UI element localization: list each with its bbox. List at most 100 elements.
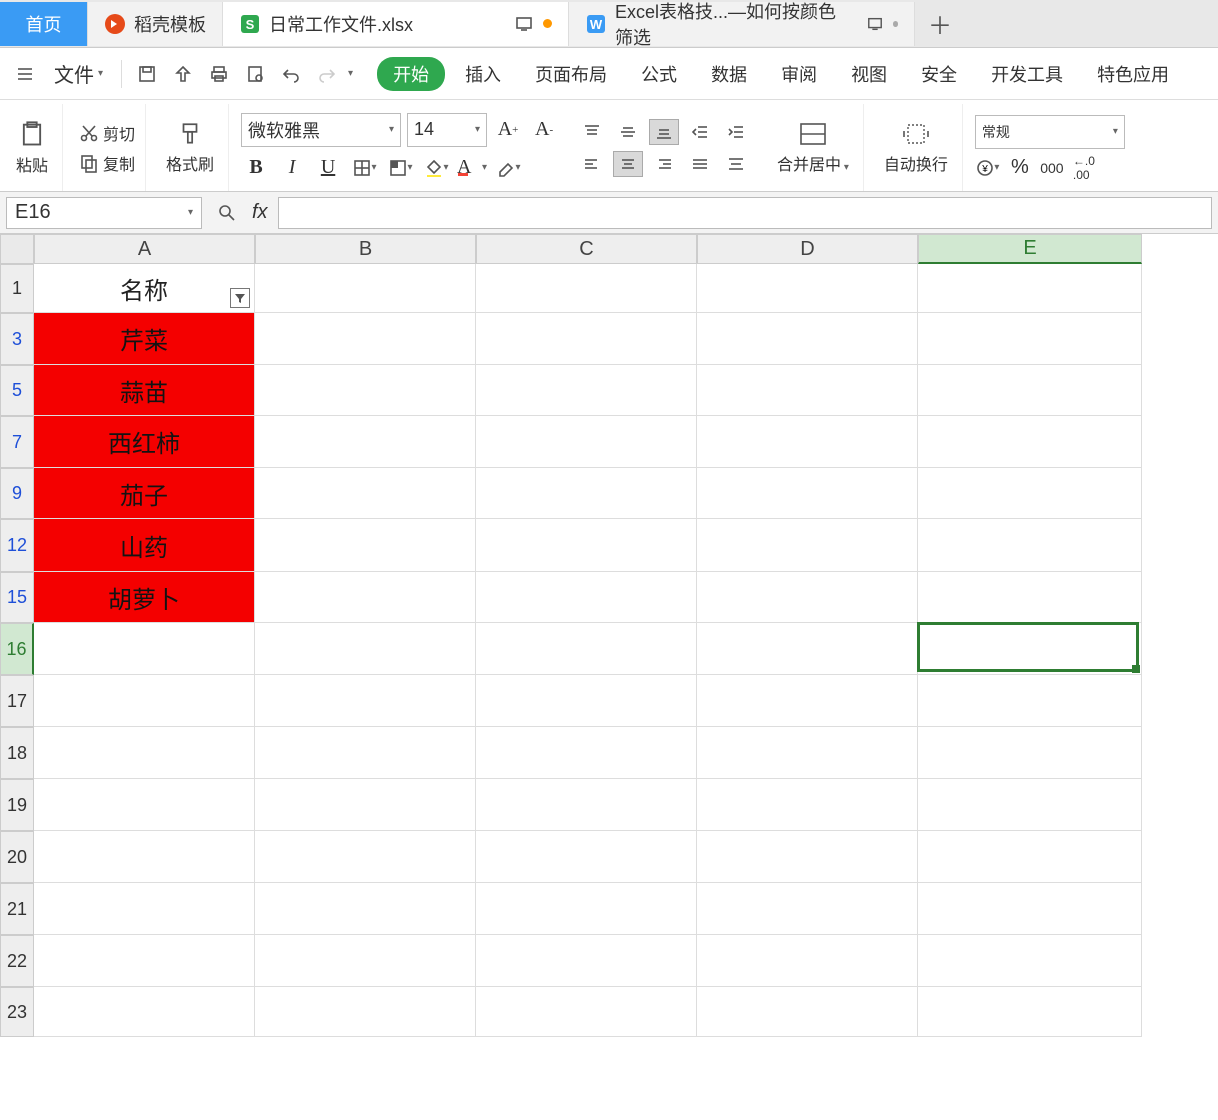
row-header-7[interactable]: 7: [0, 416, 34, 468]
cell-E16[interactable]: [918, 623, 1142, 675]
cell-B3[interactable]: [255, 313, 476, 365]
increase-decimal-button[interactable]: ←.0.00: [1071, 155, 1097, 181]
cell-D16[interactable]: [697, 623, 918, 675]
cell-A7[interactable]: 西红柿: [34, 416, 255, 468]
cell-B16[interactable]: [255, 623, 476, 675]
distribute-button[interactable]: [721, 151, 751, 177]
paste-button[interactable]: 粘贴: [8, 118, 56, 178]
cell-A16[interactable]: [34, 623, 255, 675]
cell-D17[interactable]: [697, 675, 918, 727]
cell-E5[interactable]: [918, 365, 1142, 416]
save-icon[interactable]: [132, 59, 162, 89]
cell-B23[interactable]: [255, 987, 476, 1037]
tab-template[interactable]: 稻壳模板: [88, 2, 223, 46]
row-header-19[interactable]: 19: [0, 779, 34, 831]
row-header-20[interactable]: 20: [0, 831, 34, 883]
redo-icon[interactable]: [312, 59, 342, 89]
cell-C16[interactable]: [476, 623, 697, 675]
cell-D22[interactable]: [697, 935, 918, 987]
wrap-text-button[interactable]: 自动换行: [876, 119, 956, 177]
cell-B21[interactable]: [255, 883, 476, 935]
align-center-button[interactable]: [613, 151, 643, 177]
row-header-23[interactable]: 23: [0, 987, 34, 1037]
ribbon-data[interactable]: 数据: [697, 57, 761, 91]
ribbon-special[interactable]: 特色应用: [1083, 57, 1183, 91]
row-header-21[interactable]: 21: [0, 883, 34, 935]
cell-E21[interactable]: [918, 883, 1142, 935]
cell-D5[interactable]: [697, 365, 918, 416]
cell-D15[interactable]: [697, 572, 918, 623]
ribbon-page-layout[interactable]: 页面布局: [521, 57, 621, 91]
cell-D9[interactable]: [697, 468, 918, 519]
cell-A9[interactable]: 茄子: [34, 468, 255, 519]
col-header-D[interactable]: D: [697, 234, 918, 264]
decrease-indent-button[interactable]: [685, 119, 715, 145]
cell-style-button[interactable]: ▾: [385, 153, 415, 183]
font-color-button[interactable]: A▾: [457, 153, 487, 183]
cell-E15[interactable]: [918, 572, 1142, 623]
undo-icon[interactable]: [276, 59, 306, 89]
cell-C22[interactable]: [476, 935, 697, 987]
bold-button[interactable]: B: [241, 153, 271, 183]
ribbon-review[interactable]: 审阅: [767, 57, 831, 91]
cell-A17[interactable]: [34, 675, 255, 727]
cell-B18[interactable]: [255, 727, 476, 779]
cell-B5[interactable]: [255, 365, 476, 416]
percent-button[interactable]: %: [1007, 155, 1033, 181]
cell-E18[interactable]: [918, 727, 1142, 779]
col-header-C[interactable]: C: [476, 234, 697, 264]
align-left-button[interactable]: [577, 151, 607, 177]
row-header-22[interactable]: 22: [0, 935, 34, 987]
cell-A18[interactable]: [34, 727, 255, 779]
cell-E12[interactable]: [918, 519, 1142, 572]
cell-C12[interactable]: [476, 519, 697, 572]
ribbon-dev-tools[interactable]: 开发工具: [977, 57, 1077, 91]
cell-C9[interactable]: [476, 468, 697, 519]
align-middle-button[interactable]: [613, 119, 643, 145]
new-tab-button[interactable]: ＋: [915, 6, 965, 41]
cell-C17[interactable]: [476, 675, 697, 727]
cell-B9[interactable]: [255, 468, 476, 519]
cell-C1[interactable]: [476, 264, 697, 313]
ribbon-view[interactable]: 视图: [837, 57, 901, 91]
cell-D12[interactable]: [697, 519, 918, 572]
row-header-12[interactable]: 12: [0, 519, 34, 572]
filter-icon[interactable]: [230, 288, 250, 308]
chevron-down-icon[interactable]: ▾: [348, 68, 353, 79]
cell-D23[interactable]: [697, 987, 918, 1037]
cell-C21[interactable]: [476, 883, 697, 935]
italic-button[interactable]: I: [277, 153, 307, 183]
monitor-icon[interactable]: [513, 13, 535, 35]
row-header-3[interactable]: 3: [0, 313, 34, 365]
row-header-17[interactable]: 17: [0, 675, 34, 727]
cell-E23[interactable]: [918, 987, 1142, 1037]
cell-D7[interactable]: [697, 416, 918, 468]
tab-file-active[interactable]: S 日常工作文件.xlsx: [223, 2, 569, 46]
hamburger-icon[interactable]: [10, 59, 40, 89]
cell-A12[interactable]: 山药: [34, 519, 255, 572]
cell-E20[interactable]: [918, 831, 1142, 883]
cell-C19[interactable]: [476, 779, 697, 831]
row-header-18[interactable]: 18: [0, 727, 34, 779]
border-button[interactable]: ▾: [349, 153, 379, 183]
increase-indent-button[interactable]: [721, 119, 751, 145]
cell-D18[interactable]: [697, 727, 918, 779]
cell-D20[interactable]: [697, 831, 918, 883]
ribbon-start[interactable]: 开始: [377, 57, 445, 91]
row-header-1[interactable]: 1: [0, 264, 34, 313]
copy-button[interactable]: 复制: [75, 149, 139, 177]
tab-other[interactable]: W Excel表格技...—如何按颜色筛选: [569, 2, 915, 46]
cell-B19[interactable]: [255, 779, 476, 831]
cell-C3[interactable]: [476, 313, 697, 365]
zoom-icon[interactable]: [212, 198, 242, 228]
col-header-B[interactable]: B: [255, 234, 476, 264]
cell-D3[interactable]: [697, 313, 918, 365]
share-icon[interactable]: [168, 59, 198, 89]
monitor-icon[interactable]: [865, 13, 885, 35]
col-header-E[interactable]: E: [918, 234, 1142, 264]
align-bottom-button[interactable]: [649, 119, 679, 145]
cell-A3[interactable]: 芹菜: [34, 313, 255, 365]
cell-A23[interactable]: [34, 987, 255, 1037]
number-format-select[interactable]: 常规▾: [975, 115, 1125, 149]
cell-E7[interactable]: [918, 416, 1142, 468]
